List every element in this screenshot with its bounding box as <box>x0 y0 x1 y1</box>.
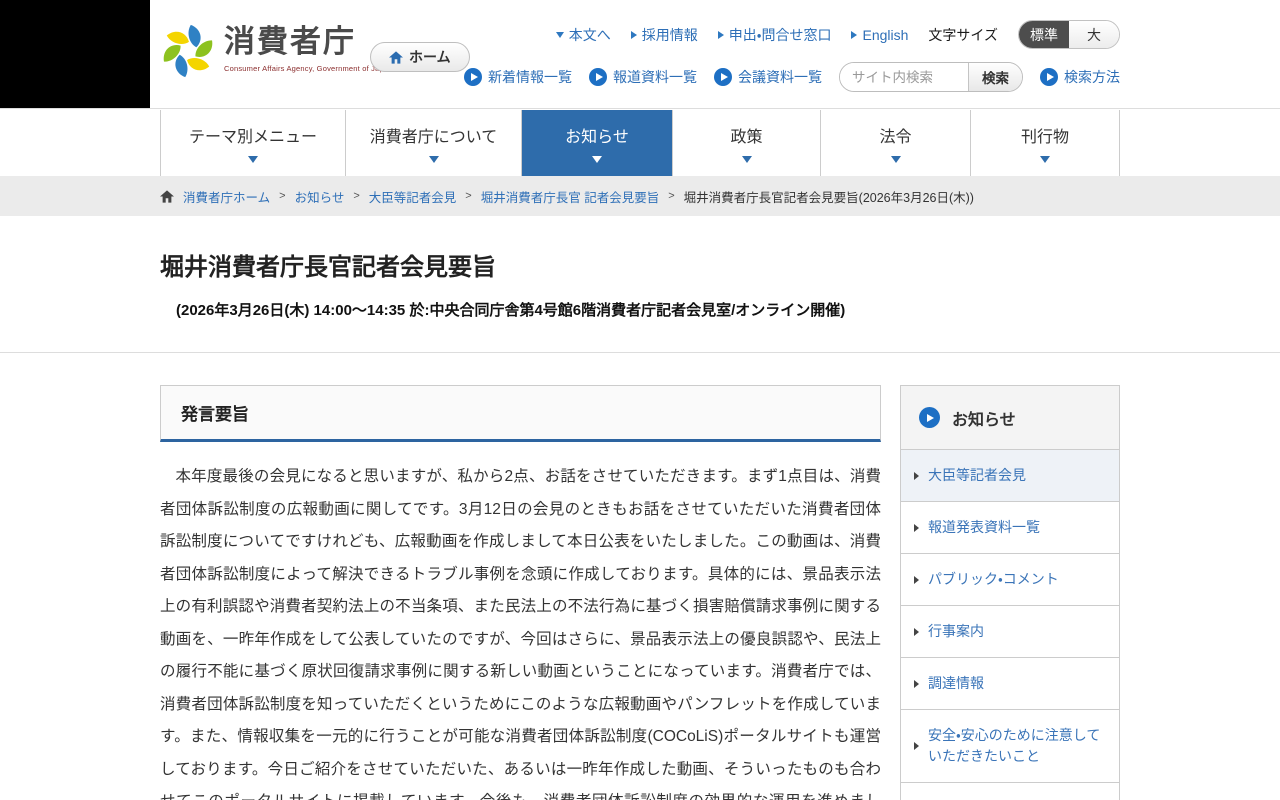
page-subtitle: (2026年3月26日(木) 14:00～14:35 於:中央合同庁舎第4号館6… <box>176 299 845 320</box>
sidebar-header: お知らせ <box>901 386 1119 450</box>
main-nav: テーマ別メニュー 消費者庁について お知らせ 政策 法令 刊行物 <box>0 108 1280 176</box>
link-meeting-materials[interactable]: 会議資料一覧 <box>714 67 822 87</box>
sidebar-title: お知らせ <box>952 406 1016 430</box>
circle-arrow-icon <box>919 407 940 428</box>
sidebar-item-public-comment[interactable]: パブリック・コメント <box>901 554 1119 606</box>
triangle-right-icon <box>718 31 724 39</box>
chevron-down-icon <box>248 156 258 163</box>
font-size-standard-button[interactable]: 標準 <box>1019 21 1069 48</box>
site-header: 消費者庁 Consumer Affairs Agency, Government… <box>0 0 1280 108</box>
statement-paragraph-1: 本年度最後の会見になると思いますが、私から2点、お話をさせていただきます。まず1… <box>160 461 881 800</box>
chevron-down-icon <box>891 156 901 163</box>
sidebar-item-procurement-info[interactable]: 調達情報 <box>901 658 1119 710</box>
breadcrumb-home[interactable]: 消費者庁ホーム <box>183 187 270 206</box>
section-heading: 発言要旨 <box>160 385 881 442</box>
sidebar-news: お知らせ 大臣等記者会見 報道発表資料一覧 パブリック・コメント 行事案内 調達… <box>900 385 1120 800</box>
chevron-down-icon <box>592 156 602 163</box>
triangle-down-icon <box>556 32 564 38</box>
chevron-down-icon <box>429 156 439 163</box>
logo-title: 消費者庁 <box>224 22 393 62</box>
nav-item-laws[interactable]: 法令 <box>820 110 970 176</box>
link-contact[interactable]: 申出・問合せ窓口 <box>718 25 832 45</box>
search-button[interactable]: 検索 <box>968 62 1022 92</box>
triangle-right-icon <box>914 628 919 636</box>
link-new-info-list[interactable]: 新着情報一覧 <box>464 67 572 87</box>
agency-logo[interactable]: 消費者庁 Consumer Affairs Agency, Government… <box>160 22 393 80</box>
site-search: 検索 <box>839 62 1023 92</box>
breadcrumb: 消費者庁ホーム > お知らせ > 大臣等記者会見 > 堀井消費者庁長官 記者会見… <box>160 187 974 206</box>
home-icon <box>389 51 403 64</box>
triangle-right-icon <box>914 472 919 480</box>
nav-item-publications[interactable]: 刊行物 <box>970 110 1120 176</box>
header-left-black-area <box>0 0 150 110</box>
circle-arrow-icon <box>464 68 482 86</box>
link-to-content[interactable]: 本文へ <box>556 25 611 45</box>
link-press-materials[interactable]: 報道資料一覧 <box>589 67 697 87</box>
sidebar-item-event-info[interactable]: 行事案内 <box>901 606 1119 658</box>
home-icon <box>160 190 174 203</box>
breadcrumb-commissioner-summary[interactable]: 堀井消費者庁長官 記者会見要旨 <box>481 187 659 206</box>
utility-nav: 本文へ 採用情報 申出・問合せ窓口 English 文字サイズ 標準 大 <box>556 20 1120 49</box>
sidebar-item-safety-cautions[interactable]: 安全・安心のために注意していただきたいこと <box>901 710 1119 783</box>
link-english[interactable]: English <box>851 27 908 43</box>
chevron-down-icon <box>1040 156 1050 163</box>
triangle-right-icon <box>851 31 857 39</box>
home-button[interactable]: ホーム <box>370 42 470 72</box>
triangle-right-icon <box>631 31 637 39</box>
search-input[interactable] <box>840 63 968 91</box>
nav-item-theme-menu[interactable]: テーマ別メニュー <box>160 110 345 176</box>
breadcrumb-separator: > <box>465 190 471 202</box>
triangle-right-icon <box>914 680 919 688</box>
breadcrumb-separator: > <box>353 190 359 202</box>
statement-body: 本年度最後の会見になると思いますが、私から2点、お話をさせていただきます。まず1… <box>160 461 881 800</box>
circle-arrow-icon <box>589 68 607 86</box>
circle-arrow-icon <box>714 68 732 86</box>
divider <box>0 352 1280 353</box>
sidebar-item-new-info-list[interactable]: 新着情報一覧 <box>901 783 1119 800</box>
breadcrumb-press-conference[interactable]: 大臣等記者会見 <box>369 187 457 206</box>
pinwheel-logo-icon <box>160 22 216 80</box>
home-button-label: ホーム <box>409 47 451 67</box>
font-size-toggle: 標準 大 <box>1018 20 1120 49</box>
page-title: 堀井消費者庁長官記者会見要旨 <box>160 247 496 282</box>
triangle-right-icon <box>914 524 919 532</box>
sidebar-item-press-release-list[interactable]: 報道発表資料一覧 <box>901 502 1119 554</box>
quick-links-row: 新着情報一覧 報道資料一覧 会議資料一覧 検索 検索方法 <box>464 62 1120 92</box>
breadcrumb-separator: > <box>668 190 674 202</box>
triangle-right-icon <box>914 742 919 750</box>
breadcrumb-current-page: 堀井消費者庁長官記者会見要旨(2026年3月26日(木)) <box>684 187 974 206</box>
breadcrumb-bar: 消費者庁ホーム > お知らせ > 大臣等記者会見 > 堀井消費者庁長官 記者会見… <box>0 176 1280 216</box>
triangle-right-icon <box>914 576 919 584</box>
breadcrumb-separator: > <box>279 190 285 202</box>
chevron-down-icon <box>742 156 752 163</box>
font-size-label: 文字サイズ <box>928 25 998 45</box>
nav-item-news[interactable]: お知らせ <box>521 110 672 176</box>
sidebar-item-minister-press-conference[interactable]: 大臣等記者会見 <box>901 450 1119 502</box>
nav-item-about-agency[interactable]: 消費者庁について <box>345 110 521 176</box>
font-size-large-button[interactable]: 大 <box>1069 21 1119 48</box>
breadcrumb-news[interactable]: お知らせ <box>295 187 345 206</box>
logo-subtitle: Consumer Affairs Agency, Government of J… <box>224 64 393 73</box>
link-search-help[interactable]: 検索方法 <box>1040 67 1120 87</box>
link-recruit[interactable]: 採用情報 <box>631 25 698 45</box>
page: 消費者庁 Consumer Affairs Agency, Government… <box>0 0 1280 800</box>
nav-item-policy[interactable]: 政策 <box>672 110 820 176</box>
circle-arrow-icon <box>1040 68 1058 86</box>
